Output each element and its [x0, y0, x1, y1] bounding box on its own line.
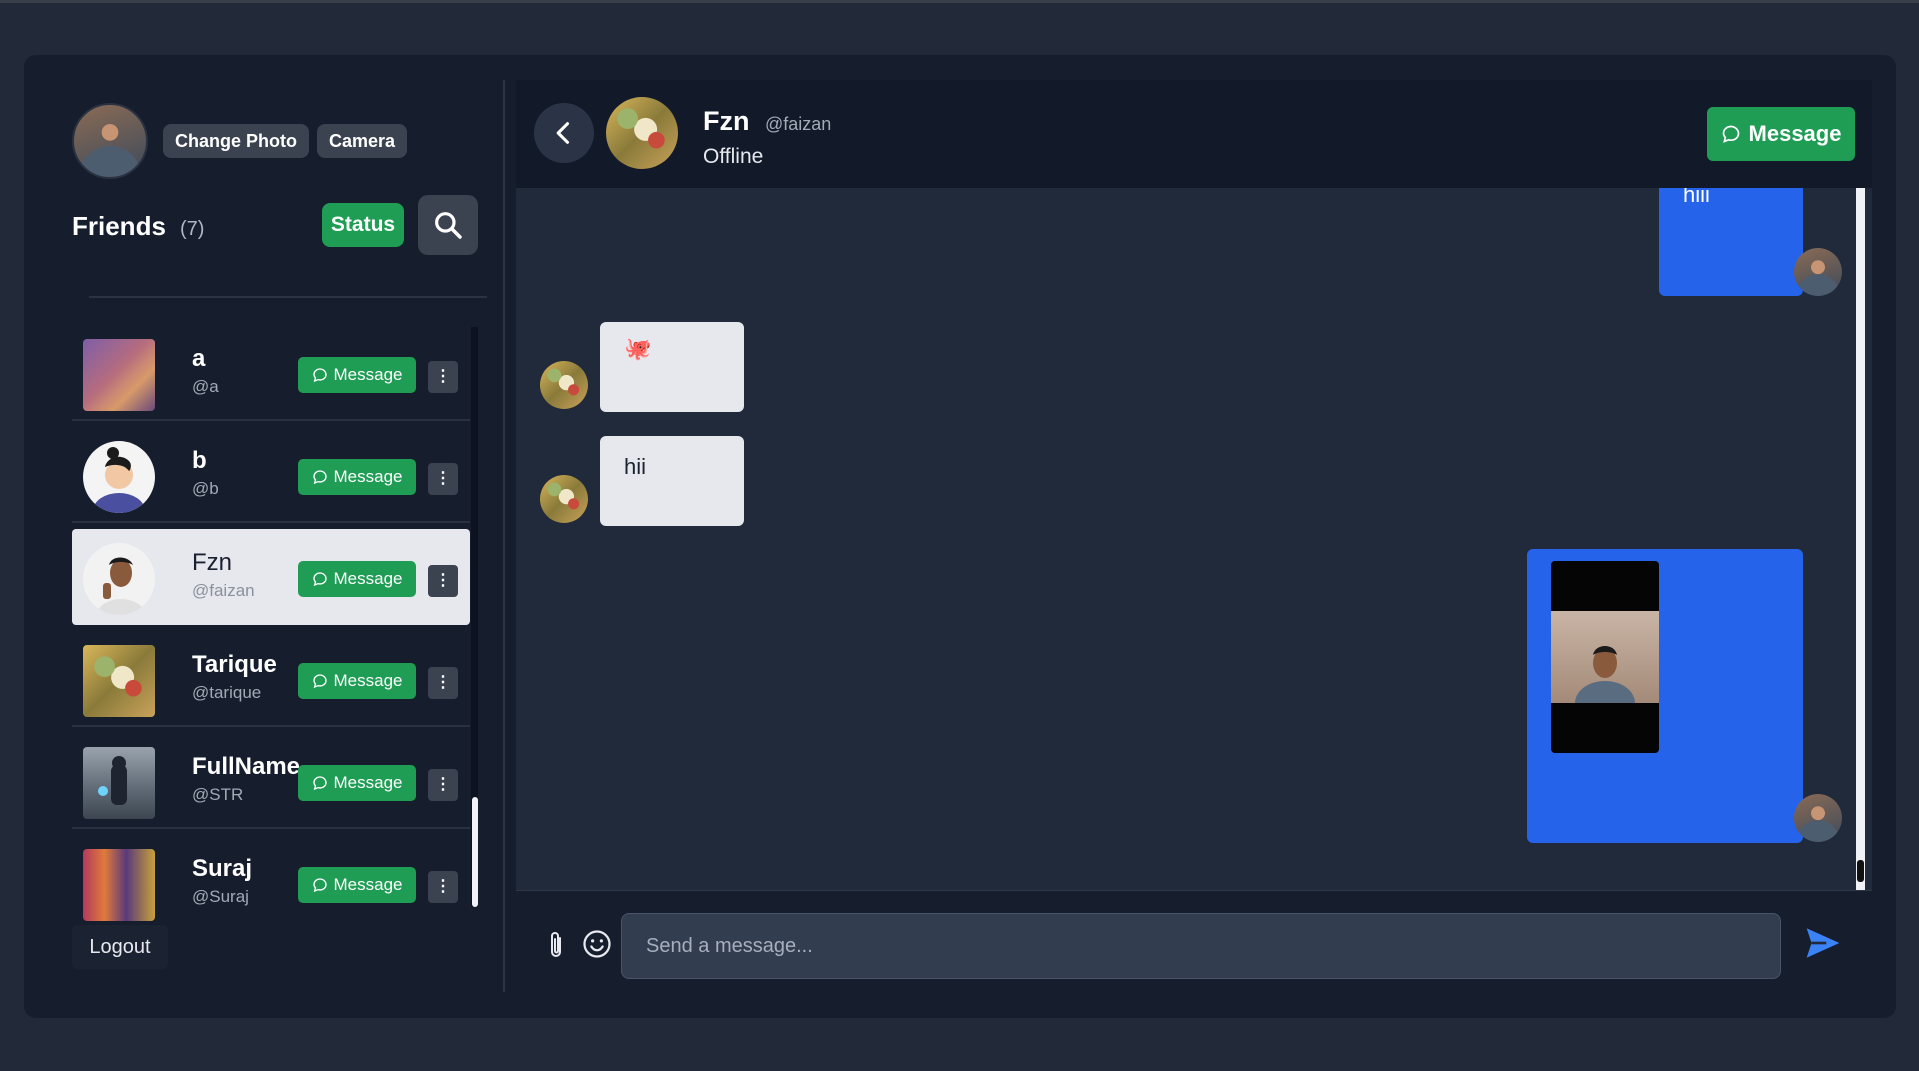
chat-header: Fzn @faizan Offline Message	[516, 80, 1872, 188]
send-button[interactable]	[1803, 925, 1843, 966]
friend-name: Fzn	[192, 549, 233, 576]
message-bubble-incoming: hii	[600, 436, 744, 526]
friend-item-fzn[interactable]: Fzn @faizan Message ⋮	[72, 529, 470, 625]
friend-message-button[interactable]: Message	[298, 663, 416, 699]
friend-more-button[interactable]: ⋮	[428, 667, 458, 699]
window-top-border	[0, 0, 1919, 3]
message-label: Message	[333, 875, 403, 894]
contact-status: Offline	[703, 145, 764, 168]
friend-message-button[interactable]: Message	[298, 561, 416, 597]
friend-avatar	[83, 849, 155, 921]
friend-more-button[interactable]: ⋮	[428, 871, 458, 903]
chat-bubble-icon	[312, 572, 327, 587]
paperclip-icon	[551, 932, 561, 957]
friend-avatar	[83, 441, 155, 513]
friend-avatar	[83, 645, 155, 717]
friend-item-fullname[interactable]: FullName @STR Message ⋮	[72, 733, 470, 829]
message-text: hiii	[1683, 188, 1710, 207]
message-label: Message	[333, 467, 403, 486]
friends-list[interactable]: a @a Message ⋮ b @b Message ⋮ Fzn @faiza…	[72, 325, 472, 925]
message-bubble-outgoing-video[interactable]	[1527, 549, 1803, 843]
friend-message-button[interactable]: Message	[298, 867, 416, 903]
contact-name: Fzn	[703, 106, 750, 136]
back-button[interactable]	[534, 103, 594, 163]
composer-divider	[516, 890, 1872, 891]
chat-bubble-icon	[312, 776, 327, 791]
message-input[interactable]	[621, 913, 1781, 979]
messages-scrollbar-thumb[interactable]	[1857, 860, 1864, 882]
chat-panel: Fzn @faizan Offline Message hiii 🐙 hii	[516, 80, 1872, 992]
friend-item-a[interactable]: a @a Message ⋮	[72, 325, 470, 421]
header-message-label: Message	[1748, 121, 1842, 146]
receiver-avatar	[540, 361, 588, 409]
sidebar-divider	[89, 296, 487, 298]
receiver-avatar	[540, 475, 588, 523]
emoji-button[interactable]	[582, 929, 612, 964]
chat-bubble-icon	[312, 470, 327, 485]
friend-username: @faizan	[192, 581, 255, 600]
contact-avatar	[606, 97, 678, 169]
friend-more-button[interactable]: ⋮	[428, 565, 458, 597]
emoji-icon	[583, 930, 611, 958]
friend-avatar	[83, 747, 155, 819]
message-label: Message	[333, 569, 403, 588]
friend-username: @Suraj	[192, 887, 249, 906]
friends-count: (7)	[180, 218, 205, 240]
friend-avatar	[83, 543, 155, 615]
friend-item-b[interactable]: b @b Message ⋮	[72, 427, 470, 523]
sidebar: Change Photo Camera Friends (7) Status a…	[24, 55, 504, 1018]
camera-button[interactable]: Camera	[317, 124, 408, 158]
chat-bubble-icon	[312, 878, 327, 893]
friend-name: b	[192, 447, 207, 474]
logout-button[interactable]: Logout	[72, 925, 168, 969]
message-label: Message	[333, 365, 403, 384]
friend-message-button[interactable]: Message	[298, 765, 416, 801]
friend-item-suraj[interactable]: Suraj @Suraj Message ⋮	[72, 835, 470, 925]
friend-message-button[interactable]: Message	[298, 357, 416, 393]
header-message-button[interactable]: Message	[1707, 107, 1855, 161]
friend-username: @b	[192, 479, 219, 498]
friend-avatar	[83, 339, 155, 411]
friend-item-tarique[interactable]: Tarique @tarique Message ⋮	[72, 631, 470, 727]
friend-name: Tarique	[192, 651, 277, 678]
message-emoji: 🐙	[624, 336, 652, 361]
message-label: Message	[333, 671, 403, 690]
friends-scrollbar-thumb[interactable]	[472, 797, 478, 907]
change-photo-button[interactable]: Change Photo	[163, 124, 309, 158]
contact-username: @faizan	[765, 114, 832, 134]
search-icon	[435, 212, 462, 239]
friend-more-button[interactable]: ⋮	[428, 361, 458, 393]
sender-avatar	[1794, 248, 1842, 296]
friend-more-button[interactable]: ⋮	[428, 463, 458, 495]
panel-separator	[503, 80, 505, 992]
my-avatar[interactable]	[72, 103, 148, 179]
message-label: Message	[333, 773, 403, 792]
chat-bubble-icon	[312, 674, 327, 689]
chat-bubble-icon	[312, 368, 327, 383]
message-list[interactable]: hiii 🐙 hii	[516, 188, 1872, 890]
friend-username: @tarique	[192, 683, 262, 702]
message-bubble-incoming: 🐙	[600, 322, 744, 412]
friend-more-button[interactable]: ⋮	[428, 769, 458, 801]
friend-username: @a	[192, 377, 219, 396]
chevron-left-icon	[556, 122, 570, 144]
friend-name: a	[192, 345, 206, 372]
attach-button[interactable]	[544, 930, 568, 967]
video-thumbnail[interactable]	[1551, 561, 1659, 753]
friend-message-button[interactable]: Message	[298, 459, 416, 495]
app-card: Change Photo Camera Friends (7) Status a…	[24, 55, 1896, 1018]
message-text: hii	[624, 454, 647, 479]
chat-bubble-icon	[1722, 125, 1739, 143]
status-button[interactable]: Status	[322, 203, 404, 247]
friend-name: FullName	[192, 753, 301, 780]
sender-avatar	[1794, 794, 1842, 842]
friend-name: Suraj	[192, 855, 253, 882]
message-bubble-outgoing: hiii	[1659, 188, 1803, 296]
friends-title: Friends	[72, 211, 166, 241]
send-icon	[1806, 928, 1840, 958]
friend-username: @STR	[192, 785, 244, 804]
messages-scrollbar[interactable]	[1856, 188, 1865, 890]
search-button[interactable]	[418, 195, 478, 255]
